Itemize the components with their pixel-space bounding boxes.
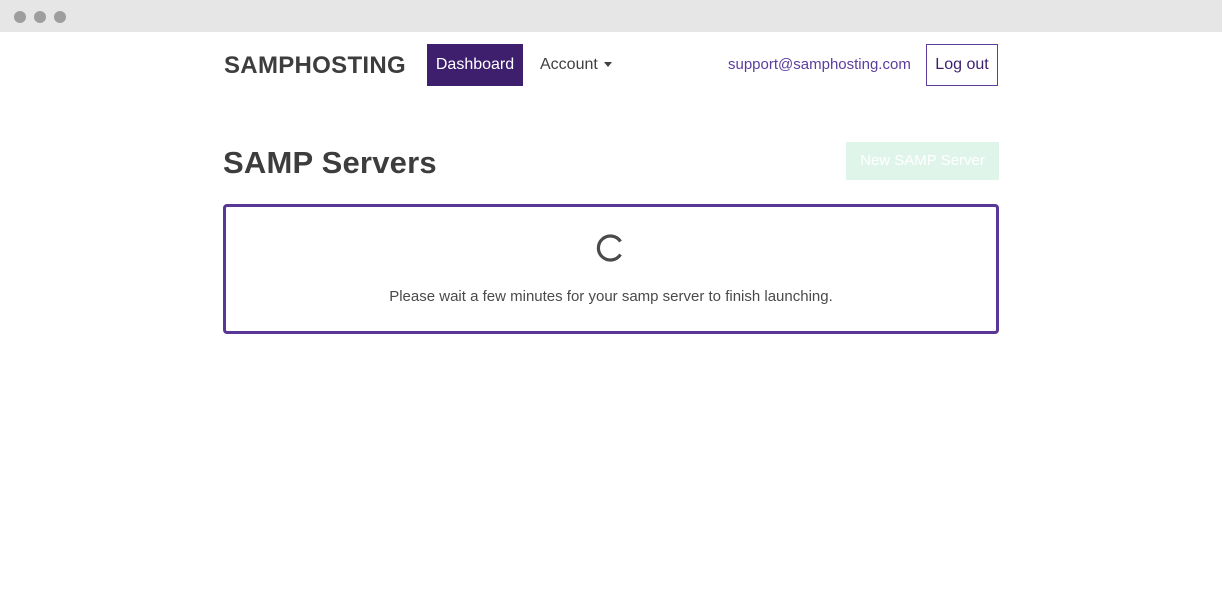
nav-account-label: Account [540, 56, 598, 73]
new-samp-server-button[interactable]: New SAMP Server [846, 142, 999, 180]
window-maximize-dot[interactable] [54, 11, 66, 23]
nav-account-dropdown[interactable]: Account [540, 44, 612, 86]
page-title: SAMP Servers [223, 145, 437, 180]
nav-dashboard[interactable]: Dashboard [427, 44, 523, 86]
server-status-card: Please wait a few minutes for your samp … [223, 204, 999, 334]
window-close-dot[interactable] [14, 11, 26, 23]
browser-titlebar [0, 0, 1222, 32]
support-email-link[interactable]: support@samphosting.com [728, 44, 911, 86]
caret-down-icon [603, 61, 612, 67]
window-minimize-dot[interactable] [34, 11, 46, 23]
status-message: Please wait a few minutes for your samp … [389, 288, 833, 305]
spinner-icon [596, 234, 622, 262]
logout-button[interactable]: Log out [926, 44, 998, 86]
brand-logo[interactable]: SAMPHOSTING [224, 52, 406, 80]
